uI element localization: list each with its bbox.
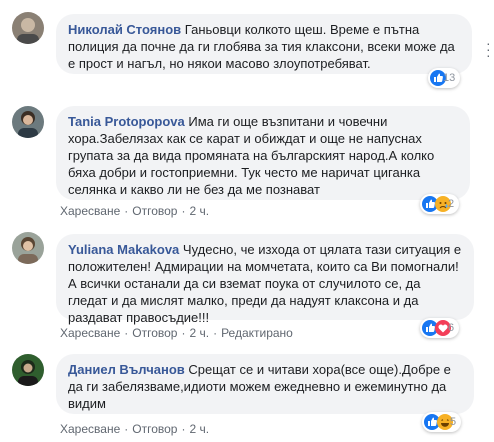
avatar[interactable] xyxy=(12,12,44,44)
comment-bubble: Yuliana Makakova Чудесно, че изхода от ц… xyxy=(56,234,474,325)
reply-button[interactable]: Отговор xyxy=(132,422,177,436)
timestamp[interactable]: 2 ч. xyxy=(189,422,209,436)
like-button[interactable]: Харесване xyxy=(60,422,120,436)
reaction-count: 13 xyxy=(443,72,456,84)
more-options-icon[interactable]: · · · xyxy=(486,36,491,62)
timestamp[interactable]: 2 ч. xyxy=(189,204,209,218)
comment-author[interactable]: Даниел Вълчанов xyxy=(68,362,185,377)
reaction-summary[interactable]: 13 xyxy=(428,68,461,88)
reaction-summary[interactable]: 2 xyxy=(420,194,460,214)
comment-bubble: Даниел Вълчанов Срещат се и читави хора(… xyxy=(56,354,474,414)
reaction-count: 5 xyxy=(450,416,457,428)
comment-author[interactable]: Николай Стоянов xyxy=(68,22,181,37)
comment-bubble: Николай Стоянов Ганьовци колкото щеш. Вр… xyxy=(56,14,472,74)
avatar[interactable] xyxy=(12,232,44,264)
edited-label[interactable]: Редактирано xyxy=(221,326,293,340)
comment-actions: Харесване · Отговор · 2 ч. · Редактирано xyxy=(60,326,293,340)
comment-bubble: Tania Protopopova Има ги още възпитани и… xyxy=(56,106,470,200)
reaction-summary[interactable]: 6 xyxy=(420,318,460,338)
avatar[interactable] xyxy=(12,106,44,138)
reply-button[interactable]: Отговор xyxy=(132,326,177,340)
comment-actions: Харесване · Отговор · 2 ч. xyxy=(60,422,210,436)
reaction-count: 2 xyxy=(448,198,455,210)
reply-button[interactable]: Отговор xyxy=(132,204,177,218)
comment-actions: Харесване · Отговор · 2 ч. xyxy=(60,204,210,218)
avatar[interactable] xyxy=(12,354,44,386)
like-button[interactable]: Харесване xyxy=(60,326,120,340)
comment-author[interactable]: Yuliana Makakova xyxy=(68,242,179,257)
reaction-count: 6 xyxy=(448,322,455,334)
comment-author[interactable]: Tania Protopopova xyxy=(68,114,185,129)
timestamp[interactable]: 2 ч. xyxy=(189,326,209,340)
reaction-summary[interactable]: 5 xyxy=(422,412,462,432)
like-button[interactable]: Харесване xyxy=(60,204,120,218)
